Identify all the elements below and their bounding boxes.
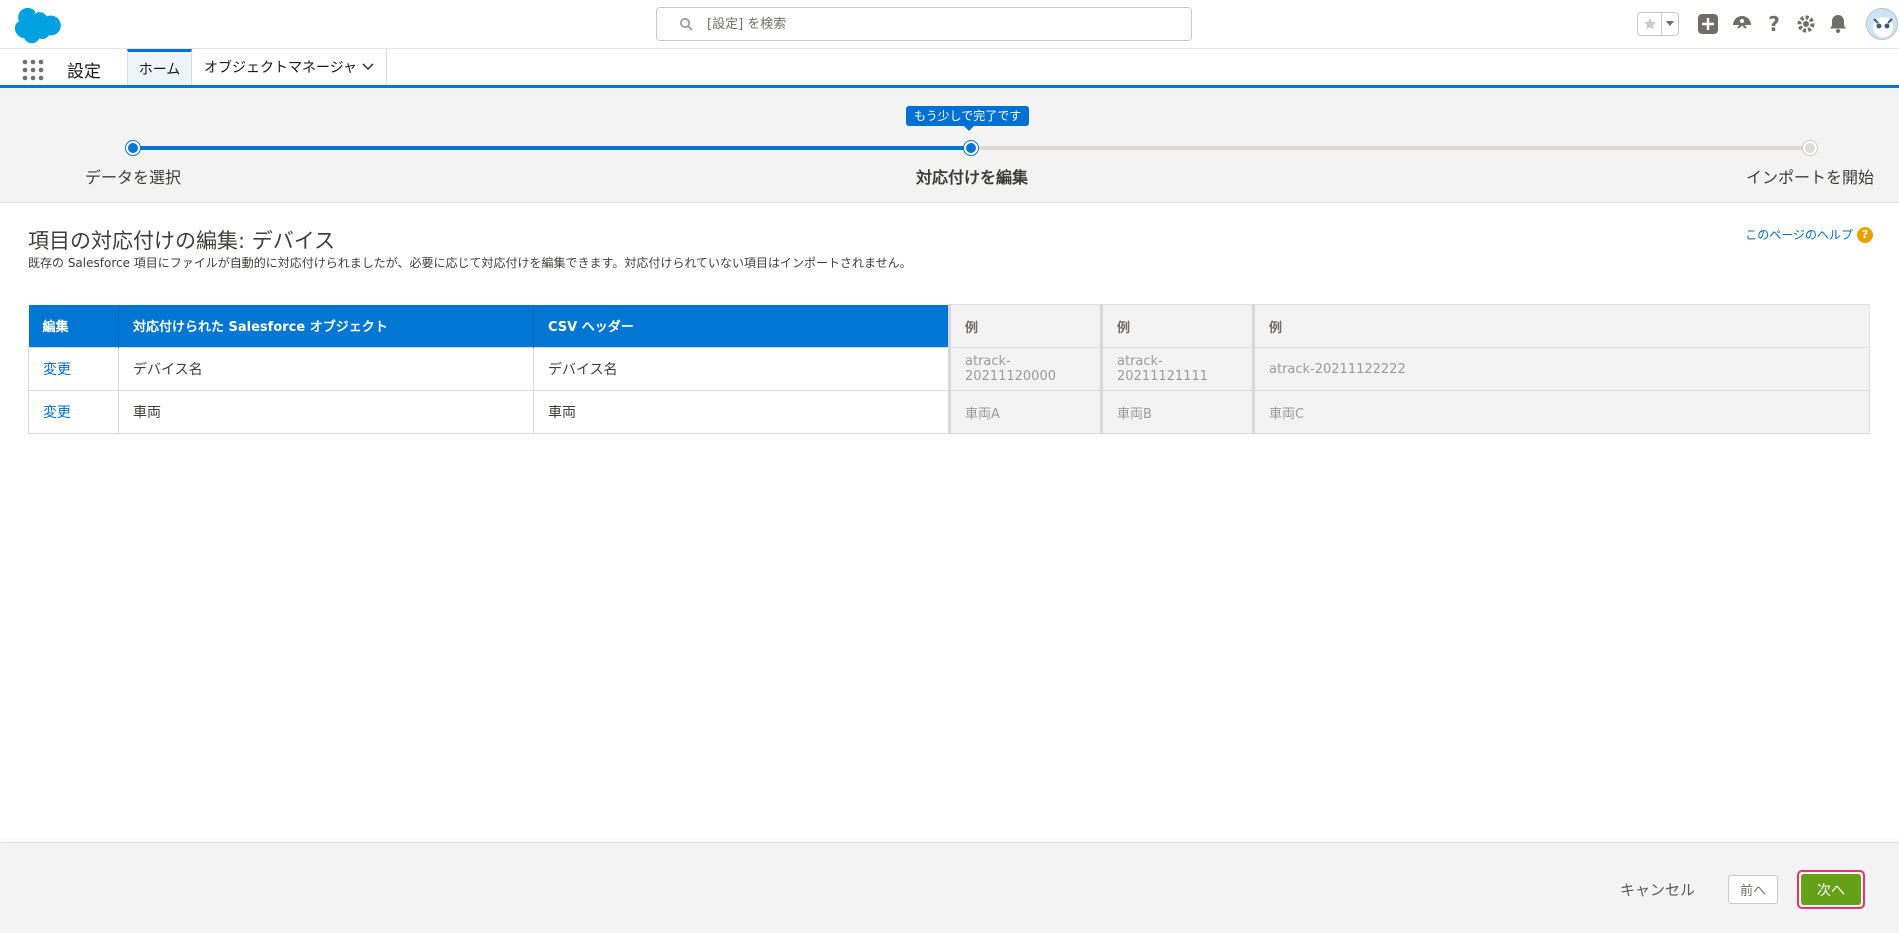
table-row: 変更 デバイス名 デバイス名 atrack-20211120000 atrack… bbox=[28, 347, 1870, 391]
add-icon[interactable] bbox=[1696, 12, 1720, 36]
help-link[interactable]: このページのヘルプ ? bbox=[1745, 226, 1873, 243]
star-icon[interactable] bbox=[1638, 13, 1662, 35]
col-header-salesforce-object: 対応付けられた Salesforce オブジェクト bbox=[118, 304, 534, 348]
progress-bar-done bbox=[133, 146, 971, 150]
step-label-start-import: インポートを開始 bbox=[1746, 168, 1875, 187]
csv-header-cell: 車両 bbox=[533, 390, 950, 434]
col-header-csv: CSV ヘッダー bbox=[533, 304, 950, 348]
tab-object-manager[interactable]: オブジェクトマネージャ bbox=[192, 49, 387, 85]
field-mapping-table: 編集 対応付けられた Salesforce オブジェクト CSV ヘッダー 例 … bbox=[28, 304, 1870, 434]
example-cell: 車両C bbox=[1252, 390, 1870, 434]
chevron-down-icon[interactable] bbox=[1662, 13, 1678, 35]
wizard-footer: キャンセル 前へ 次へ bbox=[0, 842, 1899, 933]
example-cell: 車両B bbox=[1100, 390, 1254, 434]
app-launcher-icon[interactable] bbox=[22, 59, 44, 81]
step-dot-edit-mapping[interactable] bbox=[964, 141, 978, 155]
next-button-highlight: 次へ bbox=[1797, 870, 1865, 909]
progress-bar-remaining bbox=[971, 146, 1811, 150]
col-header-edit: 編集 bbox=[28, 304, 119, 348]
step-dot-select-data[interactable] bbox=[126, 141, 140, 155]
col-header-example: 例 bbox=[948, 304, 1102, 348]
step-label-select-data: データを選択 bbox=[85, 168, 182, 187]
cancel-button[interactable]: キャンセル bbox=[1620, 879, 1695, 900]
trailhead-icon[interactable] bbox=[1730, 12, 1754, 36]
example-cell: 車両A bbox=[948, 390, 1102, 434]
progress-tooltip: もう少しで完了です bbox=[906, 106, 1030, 131]
tab-object-manager-label: オブジェクトマネージャ bbox=[204, 60, 358, 76]
salesforce-field-cell: 車両 bbox=[118, 390, 534, 434]
chevron-down-icon[interactable] bbox=[362, 62, 374, 72]
next-button[interactable]: 次へ bbox=[1801, 874, 1861, 905]
table-row: 変更 車両 車両 車両A 車両B 車両C bbox=[28, 390, 1870, 434]
csv-header-cell: デバイス名 bbox=[533, 347, 950, 391]
help-icon[interactable]: ? bbox=[1857, 226, 1873, 243]
help-link-label[interactable]: このページのヘルプ bbox=[1745, 226, 1853, 243]
example-cell: atrack-20211122222 bbox=[1252, 347, 1870, 391]
previous-button[interactable]: 前へ bbox=[1728, 875, 1778, 904]
salesforce-field-cell: デバイス名 bbox=[118, 347, 534, 391]
search-box[interactable] bbox=[656, 7, 1192, 41]
salesforce-logo[interactable] bbox=[14, 5, 74, 45]
global-header: ? bbox=[0, 0, 1899, 49]
table-header-row: 編集 対応付けられた Salesforce オブジェクト CSV ヘッダー 例 … bbox=[28, 304, 1870, 348]
step-label-edit-mapping: 対応付けを編集 bbox=[916, 168, 1029, 187]
search-icon bbox=[680, 18, 693, 31]
example-cell: atrack-20211120000 bbox=[948, 347, 1102, 391]
tab-home-label: ホーム bbox=[138, 61, 181, 78]
tab-home[interactable]: ホーム bbox=[127, 49, 192, 85]
bell-icon[interactable] bbox=[1826, 12, 1850, 36]
search-input[interactable] bbox=[701, 8, 1171, 40]
gear-icon[interactable] bbox=[1794, 12, 1818, 36]
progress-indicator: もう少しで完了です データを選択 対応付けを編集 インポートを開始 bbox=[0, 88, 1899, 203]
avatar[interactable] bbox=[1866, 8, 1898, 40]
step-dot-start-import[interactable] bbox=[1803, 141, 1817, 155]
favorites-button[interactable] bbox=[1637, 12, 1679, 36]
help-icon[interactable]: ? bbox=[1762, 12, 1786, 36]
page-title: 項目の対応付けの編集: デバイス bbox=[28, 229, 336, 253]
change-link[interactable]: 変更 bbox=[28, 390, 119, 434]
page-description: 既存の Salesforce 項目にファイルが自動的に対応付けられましたが、必要… bbox=[28, 256, 912, 270]
col-header-example: 例 bbox=[1100, 304, 1254, 348]
col-header-example: 例 bbox=[1252, 304, 1870, 348]
context-bar: 設定 ホーム オブジェクトマネージャ bbox=[0, 49, 1899, 88]
example-cell: atrack-20211121111 bbox=[1100, 347, 1254, 391]
app-name: 設定 bbox=[67, 62, 101, 82]
change-link[interactable]: 変更 bbox=[28, 347, 119, 391]
